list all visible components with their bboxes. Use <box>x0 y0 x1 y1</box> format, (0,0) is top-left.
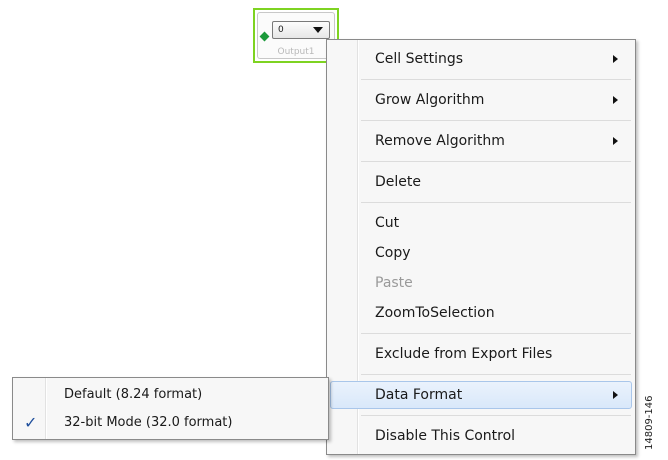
menu-item-delete[interactable]: Delete <box>330 168 632 196</box>
submenu-arrow-icon <box>613 55 618 63</box>
submenu-item-32bit-mode[interactable]: ✓ 32-bit Mode (32.0 format) <box>16 409 325 437</box>
output-cell-label: Output1 <box>277 47 315 57</box>
menu-separator <box>361 161 631 162</box>
submenu-item-label: 32-bit Mode (32.0 format) <box>64 415 233 430</box>
submenu-arrow-icon <box>613 137 618 145</box>
checkmark-icon: ✓ <box>24 413 38 432</box>
chevron-down-icon[interactable] <box>313 27 323 33</box>
submenu-item-label: Default (8.24 format) <box>64 387 203 402</box>
menu-item-exclude-from-export[interactable]: Exclude from Export Files <box>330 340 632 368</box>
menu-item-disable-control[interactable]: Disable This Control <box>330 422 632 450</box>
menu-item-label: Copy <box>375 245 411 261</box>
dropdown-value: 0 <box>278 25 284 35</box>
menu-item-data-format[interactable]: Data Format <box>330 381 632 409</box>
output-cell-body: 0 Output1 <box>257 12 335 59</box>
connection-pin-icon[interactable] <box>259 31 270 42</box>
menu-item-label: Cell Settings <box>375 51 464 67</box>
menu-item-cut[interactable]: Cut <box>330 209 632 237</box>
menu-item-label: ZoomToSelection <box>375 305 495 321</box>
data-format-submenu: Default (8.24 format) ✓ 32-bit Mode (32.… <box>12 377 329 440</box>
figure-id: 14809-146 <box>644 395 655 450</box>
menu-separator <box>361 333 631 334</box>
menu-item-copy[interactable]: Copy <box>330 239 632 267</box>
menu-item-remove-algorithm[interactable]: Remove Algorithm <box>330 127 632 155</box>
menu-item-label: Data Format <box>375 387 463 403</box>
menu-item-grow-algorithm[interactable]: Grow Algorithm <box>330 86 632 114</box>
menu-item-label: Delete <box>375 174 421 190</box>
submenu-arrow-icon <box>613 96 618 104</box>
menu-item-label: Grow Algorithm <box>375 92 485 108</box>
menu-separator <box>361 374 631 375</box>
menu-separator <box>361 415 631 416</box>
context-menu: Cell Settings Grow Algorithm Remove Algo… <box>326 39 636 455</box>
submenu-item-default-format[interactable]: Default (8.24 format) <box>16 381 325 409</box>
menu-separator <box>361 79 631 80</box>
output-value-dropdown[interactable]: 0 <box>272 21 330 39</box>
menu-item-zoom-to-selection[interactable]: ZoomToSelection <box>330 299 632 327</box>
menu-item-label: Paste <box>375 275 413 291</box>
submenu-arrow-icon <box>613 391 618 399</box>
menu-item-label: Exclude from Export Files <box>375 346 553 362</box>
menu-item-paste: Paste <box>330 269 632 297</box>
menu-item-cell-settings[interactable]: Cell Settings <box>330 45 632 73</box>
menu-item-label: Disable This Control <box>375 428 516 444</box>
menu-separator <box>361 120 631 121</box>
menu-item-label: Remove Algorithm <box>375 133 505 149</box>
menu-separator <box>361 202 631 203</box>
menu-item-label: Cut <box>375 215 400 231</box>
